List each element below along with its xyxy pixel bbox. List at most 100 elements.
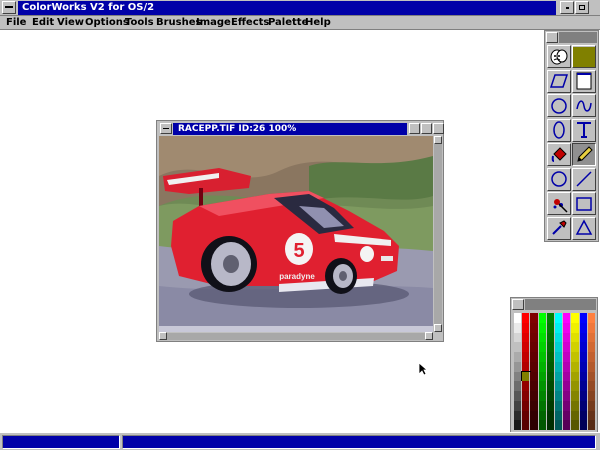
color-swatch[interactable] [530, 342, 539, 352]
color-swatch[interactable] [538, 381, 547, 391]
vertical-scrollbar[interactable] [434, 136, 442, 332]
color-swatch[interactable] [546, 420, 555, 430]
color-swatch[interactable] [587, 391, 596, 401]
color-swatch[interactable] [579, 420, 588, 430]
rectangle-tool-button[interactable] [572, 192, 596, 215]
color-swatch[interactable] [546, 371, 555, 382]
horizontal-scrollbar[interactable] [159, 332, 433, 340]
race-car-photo[interactable]: 5 paradyne [159, 136, 433, 332]
color-swatch[interactable] [530, 400, 539, 411]
line-tool-button[interactable] [572, 167, 596, 191]
color-swatch[interactable] [546, 352, 555, 362]
color-swatch[interactable] [538, 332, 547, 343]
triangle-tool-button[interactable] [572, 216, 596, 240]
color-palette-menu-icon[interactable] [512, 299, 524, 310]
scroll-down-arrow[interactable] [434, 324, 442, 332]
text-tool-tool-button[interactable] [572, 118, 596, 142]
menu-image[interactable]: Image [196, 16, 231, 29]
color-swatch[interactable] [514, 342, 523, 352]
color-swatch[interactable] [554, 381, 564, 391]
color-swatch[interactable] [514, 420, 523, 430]
color-swatch[interactable] [563, 332, 572, 343]
color-swatch[interactable] [514, 313, 523, 323]
page-tool-button[interactable] [572, 69, 596, 93]
color-swatch[interactable] [563, 391, 572, 401]
color-swatch[interactable] [554, 322, 564, 333]
minimize-button[interactable] [560, 1, 574, 14]
color-swatch[interactable] [522, 342, 531, 352]
color-swatch[interactable] [530, 391, 539, 401]
color-swatch[interactable] [538, 391, 547, 401]
image-restore-button[interactable] [421, 123, 432, 134]
menu-options[interactable]: Options [85, 16, 129, 29]
color-swatch[interactable] [530, 313, 539, 323]
ellipse-tool-button[interactable] [547, 118, 571, 142]
color-swatch[interactable] [579, 342, 588, 352]
color-swatch[interactable] [530, 371, 539, 382]
circle-tool-button[interactable] [547, 94, 571, 117]
color-swatch[interactable] [514, 322, 523, 333]
theater-masks-tool-button[interactable] [547, 45, 571, 68]
color-swatch[interactable] [563, 400, 572, 411]
color-swatch[interactable] [563, 361, 572, 372]
color-swatch[interactable] [571, 352, 580, 362]
tool-palette-menu-icon[interactable] [546, 32, 558, 43]
color-swatch[interactable] [587, 352, 596, 362]
color-swatch[interactable] [587, 332, 596, 343]
color-swatch[interactable] [530, 361, 539, 372]
pencil-tool-button[interactable] [572, 143, 596, 166]
circle-outline-tool-button[interactable] [547, 167, 571, 191]
color-swatch[interactable] [571, 332, 580, 343]
color-swatch[interactable] [563, 352, 572, 362]
color-swatch[interactable] [579, 322, 588, 333]
color-swatch[interactable] [571, 410, 580, 421]
menu-help[interactable]: Help [305, 16, 331, 29]
image-maximize-button[interactable] [433, 123, 444, 134]
color-swatch[interactable] [538, 342, 547, 352]
color-swatch[interactable] [514, 391, 523, 401]
color-swatch[interactable] [546, 313, 555, 323]
color-swatch[interactable] [571, 391, 580, 401]
color-swatch[interactable] [579, 313, 588, 323]
color-swatch[interactable] [554, 361, 564, 372]
maximize-button[interactable] [575, 1, 589, 14]
menu-edit[interactable]: Edit [32, 16, 54, 29]
color-swatch[interactable] [587, 410, 596, 421]
color-swatch[interactable] [587, 322, 596, 333]
color-swatch[interactable] [587, 371, 596, 382]
menu-palette[interactable]: Palette [268, 16, 308, 29]
color-swatch[interactable] [522, 420, 531, 430]
color-swatch[interactable] [587, 313, 596, 323]
color-swatch[interactable] [530, 420, 539, 430]
color-swatch[interactable] [554, 420, 564, 430]
color-swatch[interactable] [554, 332, 564, 343]
color-swatch[interactable] [563, 410, 572, 421]
color-swatch[interactable] [514, 410, 523, 421]
color-swatch[interactable] [546, 400, 555, 411]
color-swatch[interactable] [563, 322, 572, 333]
color-swatch[interactable] [554, 352, 564, 362]
color-swatch[interactable] [554, 371, 564, 382]
image-minimize-button[interactable] [409, 123, 420, 134]
color-swatch[interactable] [579, 352, 588, 362]
airbrush-tool-button[interactable] [547, 192, 571, 215]
color-swatch[interactable] [522, 322, 531, 333]
menu-view[interactable]: View [57, 16, 84, 29]
color-swatch[interactable] [514, 361, 523, 372]
tool-palette-titlebar[interactable] [546, 32, 597, 43]
color-swatch[interactable] [522, 410, 531, 421]
color-swatch[interactable] [571, 400, 580, 411]
color-swatch[interactable] [587, 400, 596, 411]
color-swatch[interactable] [538, 352, 547, 362]
color-swatch[interactable] [571, 322, 580, 333]
color-swatch[interactable] [587, 381, 596, 391]
color-swatch[interactable] [530, 322, 539, 333]
color-swatch[interactable] [571, 381, 580, 391]
color-swatch[interactable] [522, 361, 531, 372]
color-swatch[interactable] [554, 391, 564, 401]
color-swatch[interactable] [579, 410, 588, 421]
color-swatch[interactable] [530, 352, 539, 362]
color-swatch[interactable] [522, 400, 531, 411]
color-swatch[interactable] [538, 400, 547, 411]
color-swatch[interactable] [546, 342, 555, 352]
